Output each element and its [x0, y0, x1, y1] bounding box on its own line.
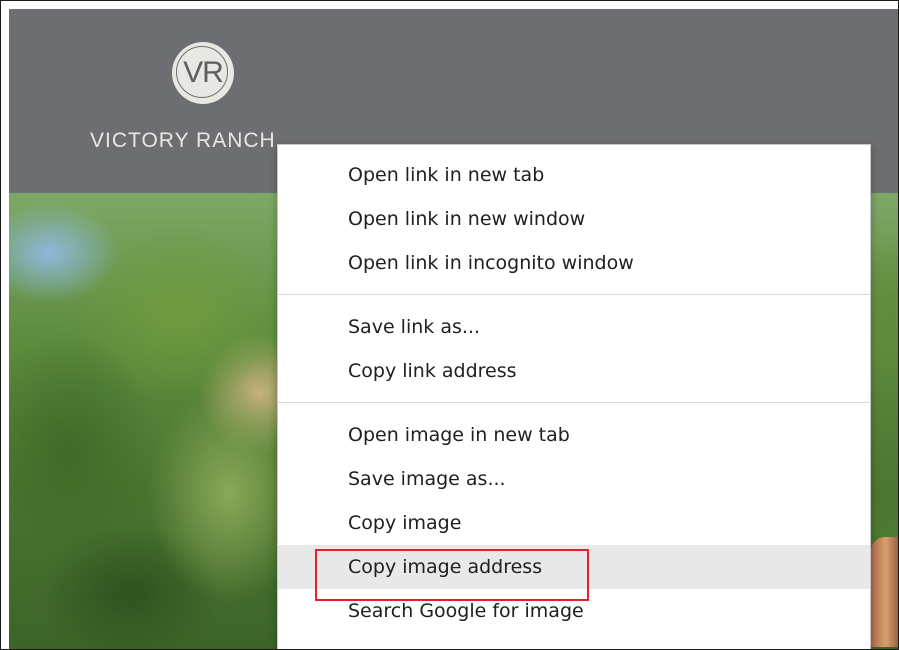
menu-item-open-link-new-window[interactable]: Open link in new window [278, 197, 870, 241]
annotation-highlight-box [315, 549, 589, 601]
logo-wordmark[interactable]: VICTORY RANCH [90, 129, 276, 153]
menu-item-open-link-incognito[interactable]: Open link in incognito window [278, 241, 870, 285]
menu-separator [278, 402, 870, 403]
menu-item-copy-link-address[interactable]: Copy link address [278, 349, 870, 393]
menu-separator [278, 294, 870, 295]
menu-item-copy-image[interactable]: Copy image [278, 501, 870, 545]
screenshot-frame: VR VICTORY RANCH Open link in new tab Op… [0, 0, 899, 650]
menu-item-save-image-as[interactable]: Save image as... [278, 457, 870, 501]
menu-item-open-image-new-tab[interactable]: Open image in new tab [278, 413, 870, 457]
menu-item-open-link-new-tab[interactable]: Open link in new tab [278, 153, 870, 197]
hero-image-person [871, 537, 898, 647]
logo-monogram[interactable]: VR [172, 55, 234, 91]
menu-item-save-link-as[interactable]: Save link as... [278, 305, 870, 349]
